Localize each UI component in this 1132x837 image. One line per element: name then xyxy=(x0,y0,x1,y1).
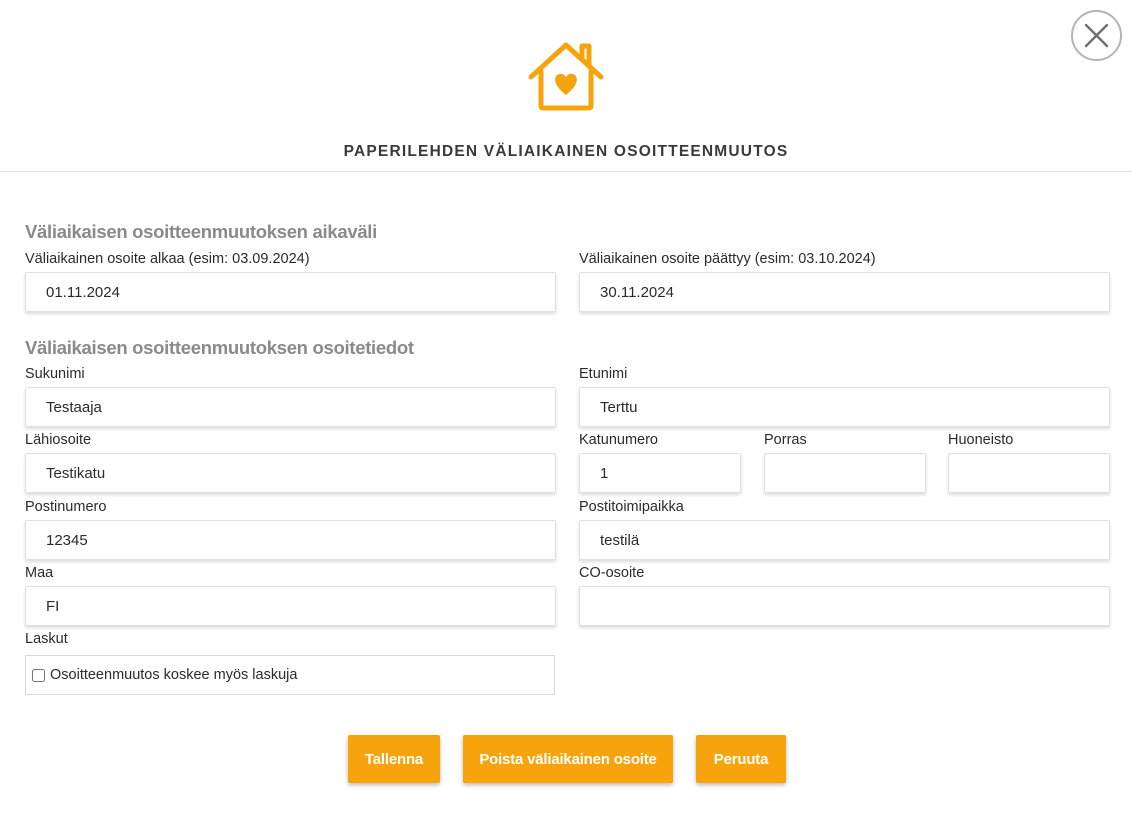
period-section-heading: Väliaikaisen osoitteenmuutoksen aikaväli xyxy=(25,221,377,242)
city-input[interactable] xyxy=(579,520,1110,560)
cancel-button[interactable]: Peruuta xyxy=(696,735,786,783)
save-button[interactable]: Tallenna xyxy=(348,735,440,783)
start-date-input[interactable] xyxy=(25,272,556,312)
invoices-checkbox-label[interactable]: Osoitteenmuutos koskee myös laskuja xyxy=(50,667,297,683)
co-address-input[interactable] xyxy=(579,586,1110,626)
co-address-label: CO-osoite xyxy=(579,565,645,581)
stairway-input[interactable] xyxy=(764,453,926,493)
invoices-checkbox[interactable] xyxy=(32,668,45,682)
invoices-label: Laskut xyxy=(25,631,68,647)
street-number-label: Katunumero xyxy=(579,432,658,448)
close-icon xyxy=(1084,23,1109,48)
country-label: Maa xyxy=(25,565,54,581)
firstname-input[interactable] xyxy=(579,387,1110,427)
street-label: Lähiosoite xyxy=(25,432,92,448)
country-input[interactable] xyxy=(25,586,556,626)
title-divider xyxy=(0,171,1132,172)
surname-input[interactable] xyxy=(25,387,556,427)
invoices-checkbox-container: Osoitteenmuutos koskee myös laskuja xyxy=(25,655,555,695)
street-number-input[interactable] xyxy=(579,453,741,493)
apartment-input[interactable] xyxy=(948,453,1110,493)
end-date-input[interactable] xyxy=(579,272,1110,312)
address-section-heading: Väliaikaisen osoitteenmuutoksen osoiteti… xyxy=(25,337,414,358)
modal-title: PAPERILEHDEN VÄLIAIKAINEN OSOITTEENMUUTO… xyxy=(343,143,789,160)
delete-temporary-address-button[interactable]: Poista väliaikainen osoite xyxy=(463,735,673,783)
street-input[interactable] xyxy=(25,453,556,493)
firstname-label: Etunimi xyxy=(579,366,628,382)
postal-code-input[interactable] xyxy=(25,520,556,560)
surname-label: Sukunimi xyxy=(25,366,85,382)
end-date-label: Väliaikainen osoite päättyy (esim: 03.10… xyxy=(579,251,876,267)
stairway-label: Porras xyxy=(764,432,807,448)
city-label: Postitoimipaikka xyxy=(579,499,684,515)
close-button[interactable] xyxy=(1071,10,1122,61)
postal-code-label: Postinumero xyxy=(25,499,107,515)
start-date-label: Väliaikainen osoite alkaa (esim: 03.09.2… xyxy=(25,251,310,267)
apartment-label: Huoneisto xyxy=(948,432,1014,448)
house-heart-icon xyxy=(527,40,605,112)
